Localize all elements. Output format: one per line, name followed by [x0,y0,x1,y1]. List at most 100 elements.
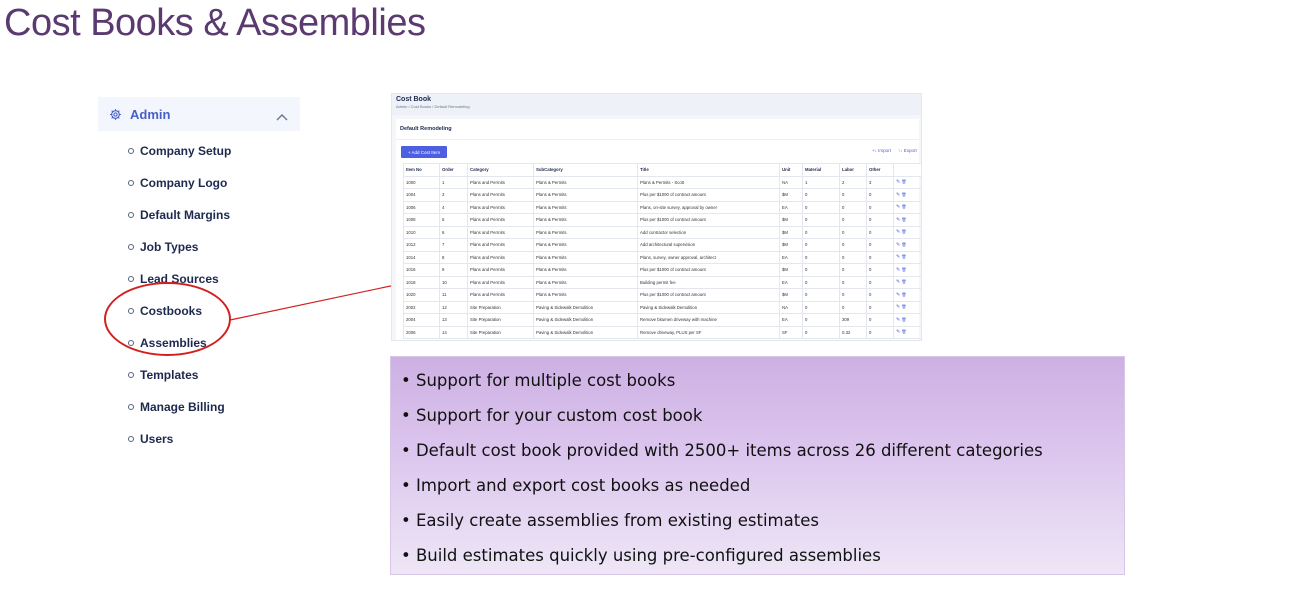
column-header[interactable]: Category [467,163,534,177]
table-cell: 14 [439,325,468,339]
menu-item-manage-billing[interactable]: Manage Billing [128,396,225,418]
feature-item: • Import and export cost books as needed [401,476,751,495]
menu-item-job-types[interactable]: Job Types [128,236,198,258]
table-cell: Paving & Sidewalk Demolition [533,313,638,327]
table-row[interactable]: 1008 5 Plans and Permits Plans & Permits Plu… [403,213,921,227]
table-row[interactable]: 1014 8 Plans and Permits Plans & Permits Pla… [403,250,921,264]
import-link[interactable]: +↓ Import [872,148,891,153]
feature-item: • Support for multiple cost books [401,371,676,390]
table-cell: Building permit fee [637,275,780,289]
table-cell: 1 [439,175,468,189]
column-header[interactable]: Item No [403,163,440,177]
table-row[interactable]: 2006 14 Site Preparation Paving & Sidewalk … [403,325,921,339]
column-header[interactable]: Unit [779,163,803,177]
table-header-row: Item No Order Category SubCategory Title… [403,163,921,177]
table-cell: Paving & Sidewalk Demolition [637,300,780,314]
menu-item-label: Manage Billing [140,400,225,414]
menu-item-company-setup[interactable]: Company Setup [128,140,231,162]
table-cell: 2006 [403,325,440,339]
table-row[interactable]: 1006 4 Plans and Permits Plans & Permits Pla… [403,200,921,214]
trash-icon[interactable]: 🗑 [900,267,906,272]
row-actions: ✎ 🗑 [893,288,921,302]
trash-icon[interactable]: 🗑 [900,329,906,334]
table-cell: Plans & Permits [533,200,638,214]
circle-bullet-icon [128,212,134,218]
column-header[interactable]: Order [439,163,468,177]
add-cost-item-button[interactable]: + Add Cost Item [401,146,447,158]
table-cell: Paving & Sidewalk Demolition [533,300,638,314]
table-row[interactable]: 2004 13 Site Preparation Paving & Sidewalk … [403,313,921,327]
table-row[interactable]: 1004 3 Plans and Permits Plans & Permits Plu… [403,188,921,202]
table-cell: 7 [439,238,468,252]
chevron-up-icon[interactable] [276,109,288,121]
trash-icon[interactable]: 🗑 [900,292,906,297]
table-cell: 0 [839,275,867,289]
feature-list: • Support for multiple cost books • Supp… [390,356,1125,575]
table-cell: Plans, survey, owner approval, architect [637,250,780,264]
table-cell: $M [779,213,803,227]
column-header[interactable]: Other [866,163,894,177]
column-header[interactable]: Labor [839,163,867,177]
cost-items-table: Item No Order Category SubCategory Title… [403,163,921,339]
row-actions: ✎ 🗑 [893,325,921,339]
row-actions: ✎ 🗑 [893,300,921,314]
row-actions: ✎ 🗑 [893,213,921,227]
table-cell: 0 [802,313,840,327]
table-cell: Plus per $1000 of contract amount [637,263,780,277]
export-link[interactable]: ↑↓ Export [898,148,917,153]
table-cell: 5 [439,213,468,227]
table-cell: Plans & Permits [533,175,638,189]
table-row[interactable]: 1016 9 Plans and Permits Plans & Permits Plu… [403,263,921,277]
table-cell: 0.32 [839,325,867,339]
column-header[interactable]: SubCategory [533,163,638,177]
admin-menu-header[interactable]: Admin [98,97,300,131]
highlight-ellipse [104,282,231,356]
table-cell: 0 [802,288,840,302]
menu-item-templates[interactable]: Templates [128,364,198,386]
trash-icon[interactable]: 🗑 [900,217,906,222]
table-cell: 0 [839,238,867,252]
table-row[interactable]: 1018 10 Plans and Permits Plans & Permits Bu… [403,275,921,289]
table-cell: Plans & Permits [533,288,638,302]
menu-item-company-logo[interactable]: Company Logo [128,172,227,194]
column-header[interactable]: Material [802,163,840,177]
table-row[interactable]: 1000 1 Plans and Permits Plans & Permits Pla… [403,175,921,189]
table-cell: 0 [866,300,894,314]
trash-icon[interactable]: 🗑 [900,179,906,184]
table-cell: 1018 [403,275,440,289]
menu-item-users[interactable]: Users [128,428,173,450]
table-cell: 0 [866,263,894,277]
trash-icon[interactable]: 🗑 [900,317,906,322]
table-cell: Remove driveway, PLUS per SF [637,325,780,339]
table-cell: Plans and Permits [467,188,534,202]
table-cell: Site Preparation [467,325,534,339]
column-header[interactable]: Title [637,163,780,177]
table-cell: Plans & Permits [533,275,638,289]
trash-icon[interactable]: 🗑 [900,204,906,209]
table-cell: 0 [866,313,894,327]
circle-bullet-icon [128,276,134,282]
trash-icon[interactable]: 🗑 [900,279,906,284]
trash-icon[interactable]: 🗑 [900,242,906,247]
menu-item-label: Job Types [140,240,199,254]
table-cell: 1 [802,175,840,189]
table-cell: Plans & Permits [533,213,638,227]
table-cell: 0 [802,300,840,314]
table-cell: Plans & Permits [533,263,638,277]
trash-icon[interactable]: 🗑 [900,254,906,259]
trash-icon[interactable]: 🗑 [900,192,906,197]
menu-item-default-margins[interactable]: Default Margins [128,204,230,226]
table-row[interactable]: 1010 6 Plans and Permits Plans & Permits Add… [403,225,921,239]
table-cell: SF [779,325,803,339]
table-cell: 0 [802,188,840,202]
table-row[interactable]: 1012 7 Plans and Permits Plans & Permits Add… [403,238,921,252]
trash-icon[interactable]: 🗑 [900,304,906,309]
table-row[interactable]: 2002 12 Site Preparation Paving & Sidewalk … [403,300,921,314]
table-cell: 0 [839,288,867,302]
table-cell: Site Preparation [467,300,534,314]
trash-icon[interactable]: 🗑 [900,229,906,234]
circle-bullet-icon [128,372,134,378]
table-cell: 2 [839,175,867,189]
table-cell: 0 [839,213,867,227]
table-row[interactable]: 1020 11 Plans and Permits Plans & Permits Pl… [403,288,921,302]
